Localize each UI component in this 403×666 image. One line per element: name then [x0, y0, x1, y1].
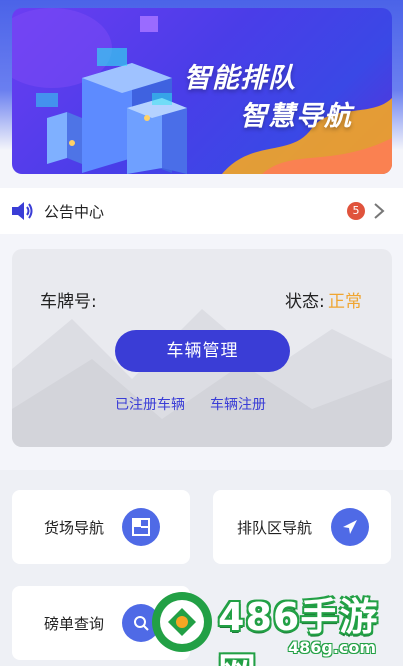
- watermark-logo-icon: [152, 592, 212, 652]
- yard-navigation-tile[interactable]: 货场导航: [12, 490, 190, 564]
- banner-title-line2: 智慧导航: [240, 101, 352, 132]
- site-watermark: 486手游网 486g.com: [148, 582, 403, 666]
- registered-vehicles-link[interactable]: 已注册车辆: [115, 394, 185, 414]
- vehicle-management-button[interactable]: 车辆管理: [115, 330, 290, 372]
- tile-label: 货场导航: [44, 519, 105, 537]
- watermark-url: 486g.com: [288, 638, 377, 657]
- banner-title-line1: 智能排队: [184, 63, 296, 94]
- plate-number-value: [112, 287, 190, 307]
- queue-area-navigation-tile[interactable]: 排队区导航: [213, 490, 391, 564]
- notice-count-badge: 5: [347, 202, 365, 220]
- plate-number-label: 车牌号:: [40, 292, 97, 312]
- chevron-right-icon: [372, 202, 386, 224]
- navigation-arrow-icon: [331, 508, 369, 546]
- tile-label: 排队区导航: [237, 519, 313, 537]
- tile-label: 磅单查询: [44, 615, 105, 633]
- status-value: 正常: [328, 292, 362, 312]
- notice-center-row[interactable]: 公告中心 5: [0, 188, 403, 234]
- notice-center-label: 公告中心: [44, 203, 105, 221]
- layout-icon: [122, 508, 160, 546]
- status-label: 状态:: [285, 292, 325, 312]
- vehicle-card: 车牌号: 状态: 正常 车辆管理 已注册车辆 车辆注册: [12, 249, 392, 447]
- promo-banner[interactable]: 智能排队 智慧导航: [12, 8, 392, 174]
- speaker-icon: [10, 200, 34, 226]
- vehicle-register-link[interactable]: 车辆注册: [210, 394, 266, 414]
